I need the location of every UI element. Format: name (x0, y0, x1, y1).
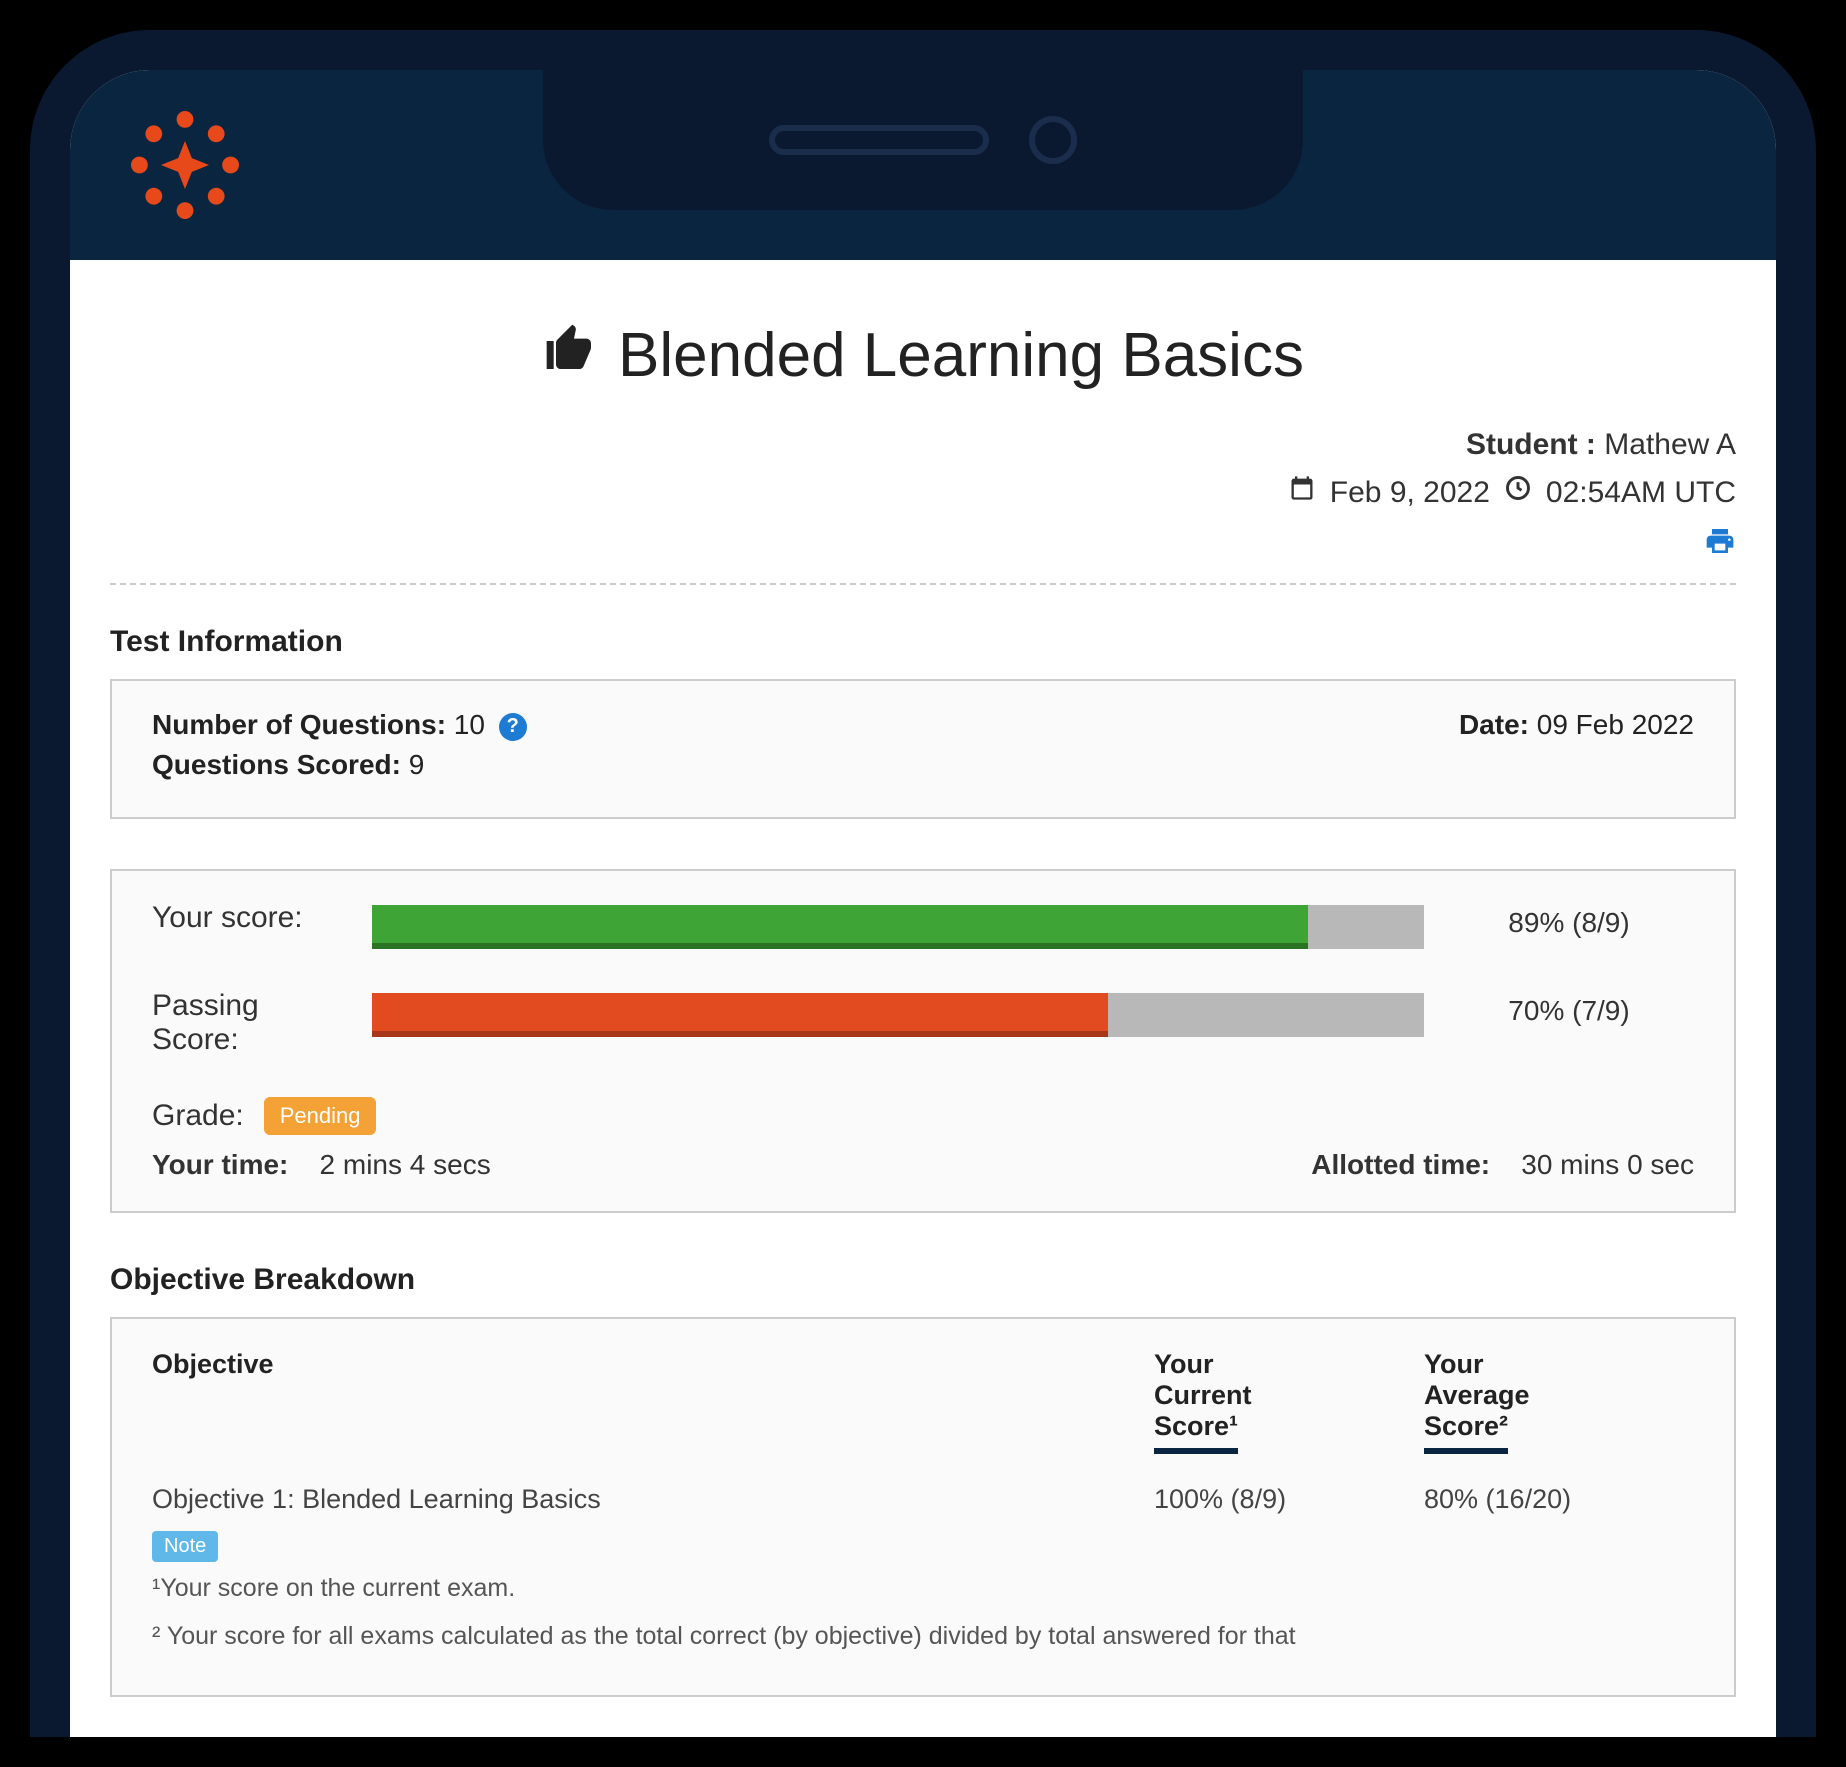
test-date-value: 09 Feb 2022 (1537, 709, 1694, 740)
phone-frame: Blended Learning Basics Student : Mathew… (30, 30, 1816, 1737)
table-row: Objective 1: Blended Learning Basics 100… (152, 1484, 1694, 1515)
phone-notch (543, 70, 1303, 210)
phone-camera (1029, 116, 1077, 164)
your-score-value: 89% (8/9) (1444, 901, 1694, 939)
phone-screen: Blended Learning Basics Student : Mathew… (70, 70, 1776, 1737)
your-score-label: Your score: (152, 901, 352, 935)
breakdown-col-objective: Objective (152, 1349, 1154, 1454)
breakdown-col-average: Your Average Score² (1424, 1349, 1694, 1454)
date-label: Date: (1459, 709, 1529, 740)
student-meta: Student : Mathew A Feb 9, 2022 02:54AM U… (110, 421, 1736, 517)
current-score-value: 100% (8/9) (1154, 1484, 1424, 1515)
student-name: Mathew A (1604, 428, 1736, 461)
calendar-icon (1288, 469, 1316, 517)
grade-badge: Pending (264, 1097, 377, 1135)
grade-label: Grade: (152, 1099, 244, 1133)
meta-date: Feb 9, 2022 (1330, 469, 1490, 517)
passing-score-bar (372, 993, 1424, 1037)
passing-score-label: Passing Score: (152, 989, 352, 1057)
clock-icon (1504, 469, 1532, 517)
questions-scored-value: 9 (409, 749, 425, 780)
num-questions-label: Number of Questions: (152, 709, 446, 740)
app-logo-icon[interactable] (120, 100, 250, 230)
allotted-time-label: Allotted time: (1311, 1149, 1490, 1180)
page-title: Blended Learning Basics (542, 320, 1304, 391)
average-score-value: 80% (16/20) (1424, 1484, 1694, 1515)
content-area: Blended Learning Basics Student : Mathew… (70, 260, 1776, 1737)
num-questions-value: 10 (454, 709, 485, 740)
footnote-2: ² Your score for all exams calculated as… (152, 1618, 1694, 1656)
questions-scored-label: Questions Scored: (152, 749, 401, 780)
test-info-heading: Test Information (110, 625, 1736, 659)
student-label: Student : (1466, 428, 1596, 461)
your-score-bar (372, 905, 1424, 949)
divider (110, 583, 1736, 585)
breakdown-box: Objective Your Current Score¹ Your Avera… (110, 1317, 1736, 1697)
passing-score-value: 70% (7/9) (1444, 989, 1694, 1027)
page-title-text: Blended Learning Basics (618, 320, 1304, 391)
your-time-value: 2 mins 4 secs (320, 1149, 491, 1180)
breakdown-col-current: Your Current Score¹ (1154, 1349, 1424, 1454)
note-badge: Note (152, 1531, 218, 1562)
meta-time: 02:54AM UTC (1546, 469, 1736, 517)
phone-speaker (769, 125, 989, 155)
help-icon[interactable]: ? (499, 713, 527, 741)
test-info-box: Number of Questions: 10 ? Questions Scor… (110, 679, 1736, 819)
thumbs-up-icon (542, 320, 598, 391)
test-score-box: Your score: 89% (8/9) Passing Score: 70%… (110, 869, 1736, 1213)
your-time-label: Your time: (152, 1149, 288, 1180)
print-icon[interactable] (1704, 528, 1736, 564)
breakdown-heading: Objective Breakdown (110, 1263, 1736, 1297)
objective-name: Objective 1: Blended Learning Basics (152, 1484, 1154, 1515)
allotted-time-value: 30 mins 0 sec (1521, 1149, 1694, 1180)
footnote-1: ¹Your score on the current exam. (152, 1570, 1694, 1608)
